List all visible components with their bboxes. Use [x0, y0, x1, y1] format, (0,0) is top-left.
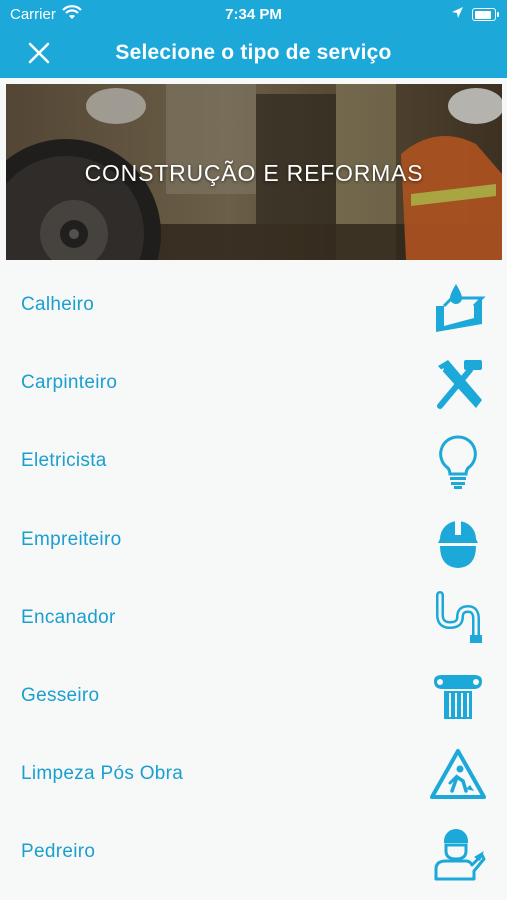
- service-label: Calheiro: [21, 294, 95, 315]
- clock: 7:34 PM: [225, 6, 282, 23]
- banner-title: CONSTRUÇÃO E REFORMAS: [84, 160, 424, 186]
- service-item-calheiro[interactable]: Calheiro: [0, 266, 507, 344]
- gutter-icon: [436, 284, 486, 332]
- service-item-eletricista[interactable]: Eletricista: [0, 422, 507, 500]
- service-label: Empreiteiro: [21, 528, 122, 550]
- service-label: Gesseiro: [21, 684, 100, 706]
- column-icon: [434, 674, 482, 719]
- battery-level: [474, 10, 491, 19]
- service-item-limpeza-pos-obra[interactable]: Limpeza Pós Obra: [0, 735, 507, 813]
- service-label: Encanador: [21, 606, 116, 628]
- warning-worker-icon: [430, 749, 486, 800]
- service-item-carpinteiro[interactable]: Carpinteiro: [0, 344, 507, 422]
- nav-bar: Selecione o tipo de serviço: [0, 28, 507, 78]
- service-label: Eletricista: [21, 450, 107, 472]
- mason-icon: [434, 829, 486, 881]
- service-label: Pedreiro: [21, 841, 96, 863]
- service-label: Carpinteiro: [21, 372, 118, 394]
- page-title: Selecione o tipo de serviço: [115, 41, 392, 64]
- category-banner: CONSTRUÇÃO E REFORMAS: [6, 84, 502, 260]
- service-label: Limpeza Pós Obra: [21, 763, 184, 785]
- battery-icon: [472, 8, 499, 21]
- service-list: Calheiro Carpinteiro Eletricista Empreit…: [0, 266, 507, 892]
- service-item-encanador[interactable]: Encanador: [0, 579, 507, 657]
- service-item-empreiteiro[interactable]: Empreiteiro: [0, 501, 507, 579]
- pipe-icon: [436, 590, 482, 643]
- service-item-pedreiro[interactable]: Pedreiro: [0, 813, 507, 891]
- location-arrow-icon: [452, 7, 463, 18]
- lightbulb-icon: [439, 435, 477, 490]
- service-item-gesseiro[interactable]: Gesseiro: [0, 657, 507, 735]
- saw-hammer-icon: [437, 360, 482, 410]
- hard-hat-icon: [438, 520, 478, 568]
- status-bar: Carrier 7:34 PM: [0, 0, 507, 28]
